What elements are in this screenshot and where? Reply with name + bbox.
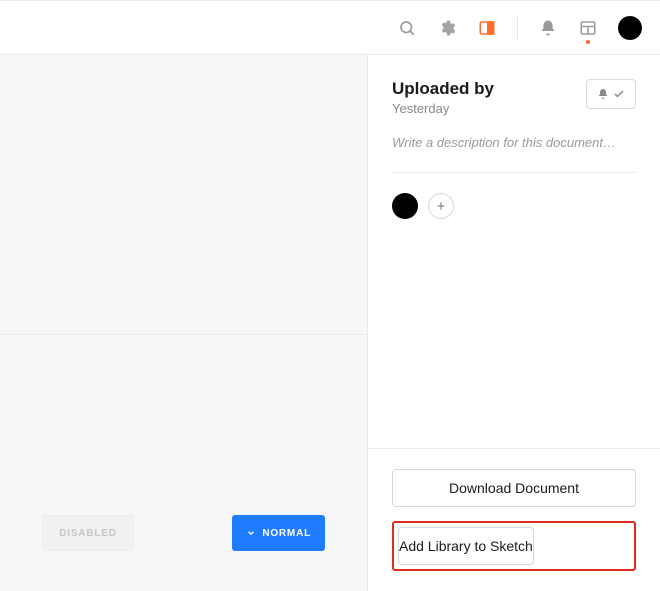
sidebar: Uploaded by Yesterday <box>367 55 660 591</box>
download-document-label: Download Document <box>449 480 579 496</box>
plus-icon <box>435 200 447 212</box>
bell-small-icon <box>597 88 609 100</box>
artboard-disabled[interactable]: DISABLED <box>42 515 134 551</box>
topbar-divider <box>517 16 518 40</box>
uploaded-by-title: Uploaded by <box>392 79 494 99</box>
canvas-area: DISABLED NORMAL <box>0 55 367 591</box>
search-icon[interactable] <box>397 18 417 38</box>
check-icon <box>613 88 625 100</box>
collaborator-avatar[interactable] <box>392 193 418 219</box>
artboard-row: DISABLED NORMAL <box>0 515 367 551</box>
sidebar-footer: Download Document Add Library to Sketch <box>368 448 660 591</box>
avatar[interactable] <box>618 16 642 40</box>
sidebar-separator <box>392 172 636 173</box>
download-document-button[interactable]: Download Document <box>392 469 636 507</box>
add-collaborator-button[interactable] <box>428 193 454 219</box>
panel-toggle-icon[interactable] <box>477 18 497 38</box>
description-input[interactable] <box>392 135 636 150</box>
grid-icon[interactable] <box>578 18 598 38</box>
canvas-lower-region: DISABLED NORMAL <box>0 335 367 591</box>
highlighted-action: Add Library to Sketch <box>392 521 636 571</box>
artboard-disabled-label: DISABLED <box>59 528 117 539</box>
subscribe-button[interactable] <box>586 79 636 109</box>
uploaded-header: Uploaded by Yesterday <box>392 79 636 116</box>
notification-dot <box>586 40 590 44</box>
artboard-normal-label: NORMAL <box>262 528 311 539</box>
chevron-down-icon <box>246 528 256 538</box>
uploaded-time: Yesterday <box>392 101 494 116</box>
sidebar-content: Uploaded by Yesterday <box>368 55 660 448</box>
collaborators-row <box>392 193 636 219</box>
artboard-normal[interactable]: NORMAL <box>232 515 325 551</box>
add-library-to-sketch-button[interactable]: Add Library to Sketch <box>398 527 534 565</box>
gear-icon[interactable] <box>437 18 457 38</box>
add-library-label: Add Library to Sketch <box>399 538 533 554</box>
canvas-upper-region <box>0 55 367 335</box>
body: DISABLED NORMAL Uploaded by Yesterday <box>0 55 660 591</box>
topbar <box>0 0 660 55</box>
bell-icon[interactable] <box>538 18 558 38</box>
